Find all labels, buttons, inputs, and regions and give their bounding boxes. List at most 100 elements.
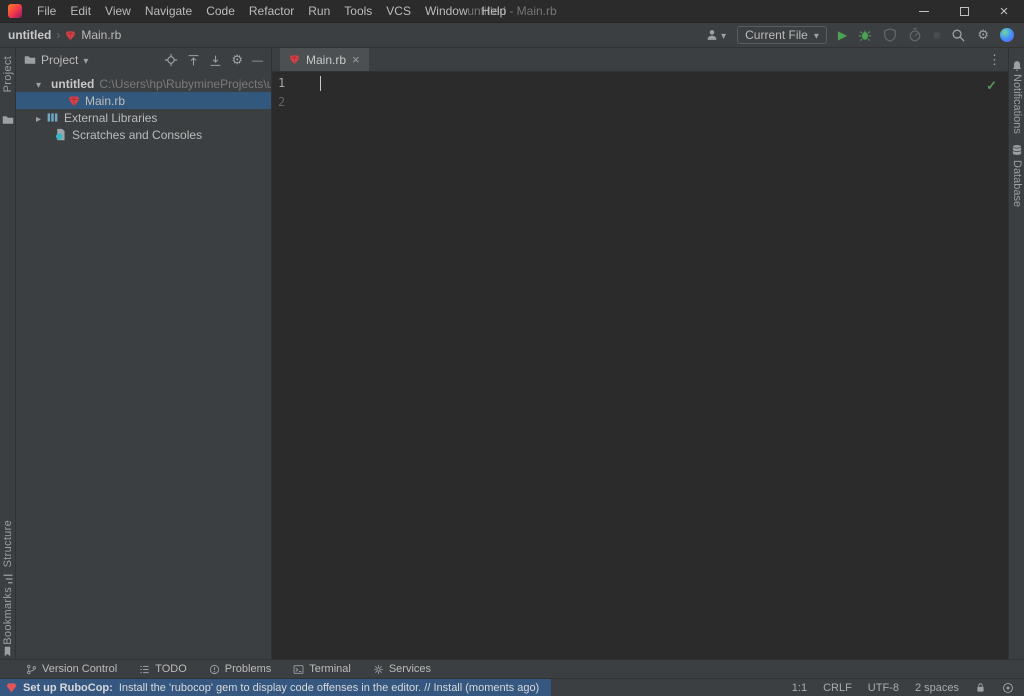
debug-button[interactable]: [858, 28, 872, 42]
services-icon: [373, 664, 384, 675]
menu-refactor[interactable]: Refactor: [242, 0, 301, 22]
select-opened-file-icon[interactable]: [164, 53, 178, 67]
project-panel-title[interactable]: Project: [41, 53, 78, 67]
close-icon: [1000, 4, 1009, 19]
breadcrumb-file[interactable]: Main.rb: [81, 28, 121, 42]
folder-icon[interactable]: [2, 114, 14, 126]
scratches-label: Scratches and Consoles: [72, 128, 202, 142]
title-bar: File Edit View Navigate Code Refactor Ru…: [0, 0, 1024, 23]
line-number-gutter: 1 2: [272, 72, 316, 659]
maximize-button[interactable]: [944, 0, 984, 22]
menu-view[interactable]: View: [98, 0, 138, 22]
project-view-icon: [24, 54, 36, 66]
tab-label: Main.rb: [306, 53, 346, 67]
tool-stripe-notifications[interactable]: Notifications: [1011, 74, 1023, 134]
settings-button[interactable]: [977, 28, 989, 42]
tab-options-button[interactable]: [988, 48, 1001, 72]
more-vertical-icon: [988, 52, 1001, 68]
database-icon[interactable]: [1011, 144, 1023, 156]
tool-stripe-structure[interactable]: Structure: [2, 520, 14, 567]
status-message-body[interactable]: Install the 'rubocop' gem to display cod…: [119, 682, 539, 694]
tab-close-icon[interactable]: [352, 53, 360, 67]
profile-icon: [705, 28, 719, 42]
status-notification[interactable]: Set up RuboCop: Install the 'rubocop' ge…: [0, 679, 551, 696]
menu-file[interactable]: File: [30, 0, 63, 22]
line-separator-widget[interactable]: CRLF: [823, 682, 852, 694]
notifications-bell-icon[interactable]: [1011, 60, 1023, 72]
close-button[interactable]: [984, 0, 1024, 22]
tool-stripe-project[interactable]: Project: [2, 56, 14, 92]
main-area: Project Structure Bookmarks Project: [0, 48, 1024, 659]
menu-bar: File Edit View Navigate Code Refactor Ru…: [30, 0, 513, 22]
menu-help[interactable]: Help: [475, 0, 514, 22]
main-toolbar: untitled Main.rb Current File: [0, 23, 1024, 48]
chevron-down-icon[interactable]: [83, 53, 88, 67]
gradient-sphere-icon[interactable]: [1000, 28, 1014, 42]
editor-tab-bar: Main.rb: [272, 48, 1008, 72]
toolwindow-label: TODO: [155, 663, 187, 675]
maximize-icon: [960, 7, 969, 16]
toolwindow-problems[interactable]: Problems: [209, 663, 271, 675]
structure-icon[interactable]: [2, 573, 14, 585]
tool-stripe-database[interactable]: Database: [1011, 160, 1023, 207]
menu-window[interactable]: Window: [418, 0, 475, 22]
rubymine-logo-icon: [8, 4, 22, 18]
chevron-right-icon[interactable]: [36, 111, 41, 125]
toolwindow-services[interactable]: Services: [373, 663, 431, 675]
search-everywhere-button[interactable]: [951, 28, 966, 43]
terminal-icon: [293, 664, 304, 675]
minimize-icon: [919, 11, 929, 12]
profile-button[interactable]: [705, 28, 726, 42]
indent-widget[interactable]: 2 spaces: [915, 682, 959, 694]
toolwindow-terminal[interactable]: Terminal: [293, 663, 351, 675]
collapse-all-icon[interactable]: [209, 54, 222, 67]
tree-row-external-libraries[interactable]: External Libraries: [16, 109, 271, 126]
code-area[interactable]: [316, 72, 1008, 659]
expand-all-icon[interactable]: [187, 54, 200, 67]
chevron-down-icon[interactable]: [36, 77, 41, 91]
menu-run[interactable]: Run: [301, 0, 337, 22]
notifications-status-icon[interactable]: [1002, 682, 1014, 694]
bookmark-icon[interactable]: [2, 646, 13, 657]
toolwindow-version-control[interactable]: Version Control: [26, 663, 117, 675]
tree-row-main-rb[interactable]: Main.rb: [16, 92, 271, 109]
right-tool-stripe: Notifications Database: [1008, 48, 1024, 659]
project-tree: untitled C:\Users\hp\RubymineProjects\un…: [16, 72, 271, 143]
tool-stripe-bookmarks[interactable]: Bookmarks: [2, 587, 14, 645]
text-caret: [320, 76, 321, 91]
version-control-icon: [26, 664, 37, 675]
run-configuration-select[interactable]: Current File: [737, 26, 827, 44]
menu-navigate[interactable]: Navigate: [138, 0, 199, 22]
scratches-icon: [54, 128, 67, 141]
ruby-file-icon: [289, 54, 300, 65]
menu-code[interactable]: Code: [199, 0, 242, 22]
tree-row-scratches[interactable]: Scratches and Consoles: [16, 126, 271, 143]
chevron-down-icon: [814, 28, 819, 42]
profiler-button[interactable]: [908, 28, 922, 42]
menu-edit[interactable]: Edit: [63, 0, 98, 22]
tree-row-root[interactable]: untitled C:\Users\hp\RubymineProjects\un…: [16, 75, 271, 92]
external-libraries-label: External Libraries: [64, 111, 157, 125]
project-root-path: C:\Users\hp\RubymineProjects\untitled: [99, 77, 271, 91]
lock-icon[interactable]: [975, 682, 986, 693]
menu-tools[interactable]: Tools: [337, 0, 379, 22]
stop-button[interactable]: [933, 28, 940, 42]
caret-position-widget[interactable]: 1:1: [792, 682, 807, 694]
breadcrumb-project[interactable]: untitled: [8, 28, 51, 42]
hide-panel-icon[interactable]: [252, 53, 263, 67]
minimize-button[interactable]: [904, 0, 944, 22]
inspections-ok-icon[interactable]: [986, 78, 997, 94]
toolwindow-todo[interactable]: TODO: [139, 663, 187, 675]
project-root-name: untitled: [51, 77, 94, 91]
project-panel-header: Project: [16, 48, 271, 72]
menu-vcs[interactable]: VCS: [379, 0, 418, 22]
editor-body[interactable]: 1 2: [272, 72, 1008, 659]
tab-main-rb[interactable]: Main.rb: [280, 48, 369, 71]
run-with-coverage-button[interactable]: [883, 28, 897, 42]
left-tool-stripe: Project Structure Bookmarks: [0, 48, 16, 659]
ruby-file-icon: [68, 95, 80, 107]
encoding-widget[interactable]: UTF-8: [868, 682, 899, 694]
run-button[interactable]: [838, 28, 847, 42]
project-options-icon[interactable]: [231, 53, 243, 67]
project-panel-actions: [164, 53, 263, 67]
